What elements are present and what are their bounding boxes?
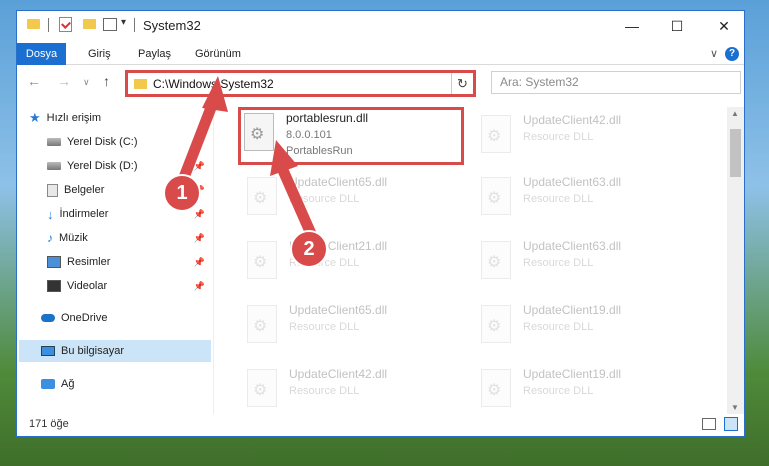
arrow-1-head <box>202 76 228 112</box>
annotation-arrows <box>177 76 318 239</box>
step-marker-2: 2 <box>290 230 328 268</box>
arrow-2-head <box>270 140 298 176</box>
arrow-2 <box>276 165 318 239</box>
step-marker-1: 1 <box>163 174 201 212</box>
arrow-1 <box>177 98 220 182</box>
